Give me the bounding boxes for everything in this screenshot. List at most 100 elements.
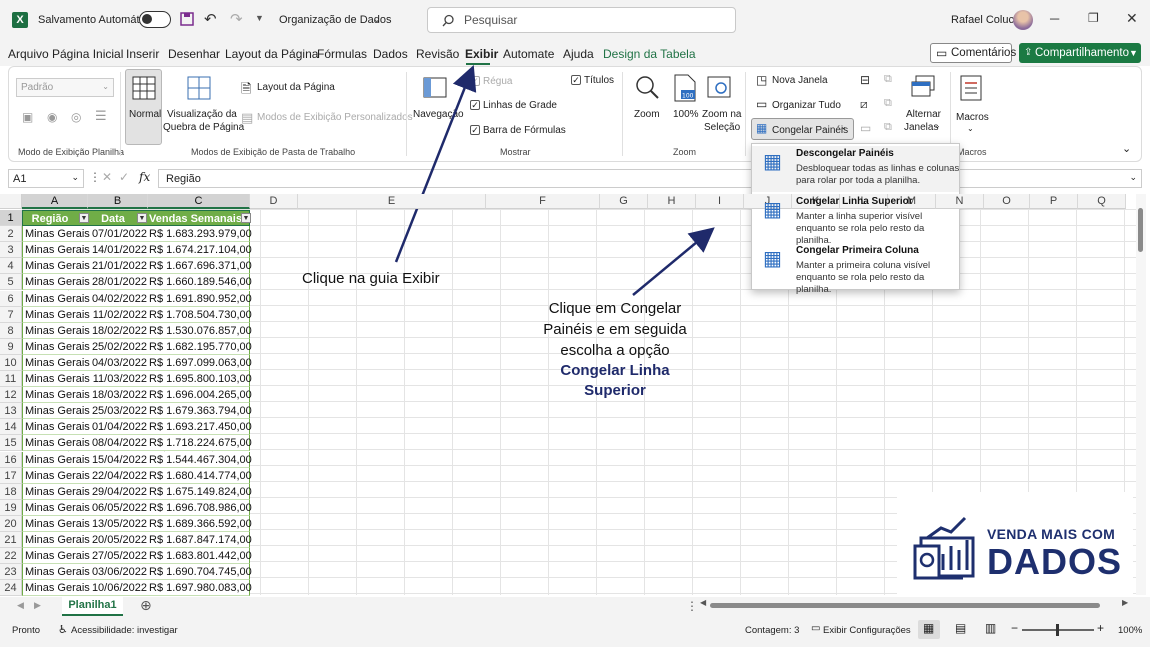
- row-header[interactable]: 22: [0, 548, 22, 565]
- table-cell[interactable]: Minas Gerais: [23, 242, 90, 258]
- table-cell[interactable]: Minas Gerais: [23, 452, 90, 468]
- table-cell[interactable]: R$ 1.718.224.675,00: [149, 435, 252, 451]
- table-cell[interactable]: R$ 1.674.217.104,00: [149, 242, 252, 258]
- zoom-out-icon[interactable]: −: [1011, 621, 1018, 635]
- table-cell[interactable]: 08/04/2022: [89, 435, 149, 451]
- table-cell[interactable]: Minas Gerais: [23, 339, 90, 355]
- column-header-d[interactable]: D: [250, 194, 298, 209]
- column-header-b[interactable]: B: [88, 194, 148, 209]
- tab-exibir[interactable]: Exibir: [465, 47, 498, 61]
- table-cell[interactable]: R$ 1.695.800.103,00: [149, 371, 252, 387]
- table-cell[interactable]: Minas Gerais: [23, 419, 90, 435]
- table-cell[interactable]: Minas Gerais: [23, 323, 90, 339]
- scroll-left-icon[interactable]: ◀: [700, 598, 706, 607]
- table-cell[interactable]: Minas Gerais: [23, 532, 90, 548]
- row-header[interactable]: 12: [0, 387, 22, 404]
- table-cell[interactable]: R$ 1.667.696.371,00: [149, 258, 252, 274]
- table-cell[interactable]: R$ 1.697.099.063,00: [149, 355, 252, 371]
- table-cell[interactable]: R$ 1.689.366.592,00: [149, 516, 252, 532]
- table-cell[interactable]: 06/05/2022: [89, 500, 149, 516]
- table-cell[interactable]: R$ 1.697.980.083,00: [149, 580, 252, 596]
- table-cell[interactable]: 29/04/2022: [89, 484, 149, 500]
- column-header-i[interactable]: I: [696, 194, 744, 209]
- table-cell[interactable]: Minas Gerais: [23, 274, 90, 290]
- table-header-cell[interactable]: Vendas Semanais: [149, 211, 251, 227]
- tab-design-da-tabela[interactable]: Design da Tabela: [603, 47, 696, 61]
- tab-arquivo[interactable]: Arquivo: [8, 47, 49, 61]
- row-header[interactable]: 23: [0, 564, 22, 581]
- row-header[interactable]: 24: [0, 580, 22, 597]
- column-header-e[interactable]: E: [298, 194, 486, 209]
- table-cell[interactable]: R$ 1.530.076.857,00: [149, 323, 252, 339]
- scroll-right-icon[interactable]: ▶: [1122, 598, 1128, 607]
- page-layout-view-icon[interactable]: ▤: [955, 621, 966, 635]
- table-cell[interactable]: 07/01/2022: [89, 226, 149, 242]
- table-cell[interactable]: Minas Gerais: [23, 548, 90, 564]
- menu-item-freeze-top-row[interactable]: Congelar Linha Superior: [796, 196, 913, 207]
- table-cell[interactable]: 21/01/2022: [89, 258, 149, 274]
- row-header[interactable]: 9: [0, 338, 22, 355]
- menu-item-unfreeze[interactable]: Descongelar Painéis: [796, 148, 894, 159]
- row-header[interactable]: 2: [0, 226, 22, 243]
- table-cell[interactable]: Minas Gerais: [23, 258, 90, 274]
- horizontal-scrollbar[interactable]: ◀ ▶: [700, 598, 1130, 610]
- tab-layout-da-pagina[interactable]: Layout da Página: [225, 47, 318, 61]
- table-cell[interactable]: 22/04/2022: [89, 468, 149, 484]
- table-cell[interactable]: 25/02/2022: [89, 339, 149, 355]
- table-cell[interactable]: R$ 1.683.293.979,00: [149, 226, 252, 242]
- row-header[interactable]: 15: [0, 435, 22, 452]
- tab-desenhar[interactable]: Desenhar: [168, 47, 220, 61]
- scroll-thumb[interactable]: [710, 603, 1100, 608]
- tab-dados[interactable]: Dados: [373, 47, 408, 61]
- table-cell[interactable]: R$ 1.660.189.546,00: [149, 274, 252, 290]
- table-cell[interactable]: 18/02/2022: [89, 323, 149, 339]
- row-header[interactable]: 18: [0, 483, 22, 500]
- table-cell[interactable]: R$ 1.687.847.174,00: [149, 532, 252, 548]
- table-cell[interactable]: 25/03/2022: [89, 403, 149, 419]
- table-cell[interactable]: Minas Gerais: [23, 500, 90, 516]
- table-cell[interactable]: Minas Gerais: [23, 291, 90, 307]
- row-header[interactable]: 6: [0, 290, 22, 307]
- table-cell[interactable]: 15/04/2022: [89, 452, 149, 468]
- row-header[interactable]: 16: [0, 451, 22, 468]
- table-cell[interactable]: 01/04/2022: [89, 419, 149, 435]
- table-cell[interactable]: Minas Gerais: [23, 371, 90, 387]
- table-cell[interactable]: R$ 1.544.467.304,00: [149, 452, 252, 468]
- row-header[interactable]: 5: [0, 274, 22, 291]
- table-cell[interactable]: R$ 1.679.363.794,00: [149, 403, 252, 419]
- filter-dropdown-icon[interactable]: ▼: [137, 213, 147, 223]
- zoom-in-icon[interactable]: +: [1097, 621, 1104, 635]
- page-break-view-icon[interactable]: ▥: [985, 621, 996, 635]
- table-cell[interactable]: R$ 1.690.704.745,00: [149, 564, 252, 580]
- table-cell[interactable]: 03/06/2022: [89, 564, 149, 580]
- more-icon[interactable]: ⋮: [686, 599, 698, 613]
- column-header-h[interactable]: H: [648, 194, 696, 209]
- column-header-a[interactable]: A: [22, 194, 88, 209]
- table-cell[interactable]: 13/05/2022: [89, 516, 149, 532]
- row-header[interactable]: 7: [0, 306, 22, 323]
- table-cell[interactable]: Minas Gerais: [23, 516, 90, 532]
- table-cell[interactable]: R$ 1.691.890.952,00: [149, 291, 252, 307]
- row-header[interactable]: 4: [0, 258, 22, 275]
- row-header[interactable]: 3: [0, 242, 22, 259]
- table-cell[interactable]: R$ 1.675.149.824,00: [149, 484, 252, 500]
- table-cell[interactable]: R$ 1.696.004.265,00: [149, 387, 252, 403]
- row-header[interactable]: 20: [0, 515, 22, 532]
- row-header[interactable]: 17: [0, 467, 22, 484]
- table-cell[interactable]: R$ 1.680.414.774,00: [149, 468, 252, 484]
- next-sheet-icon[interactable]: ▶: [34, 600, 41, 611]
- menu-item-freeze-first-column[interactable]: Congelar Primeira Coluna: [796, 245, 919, 256]
- zoom-slider-thumb[interactable]: [1056, 624, 1059, 636]
- zoom-level[interactable]: 100%: [1118, 625, 1142, 636]
- row-header[interactable]: 8: [0, 322, 22, 339]
- column-header-g[interactable]: G: [600, 194, 648, 209]
- tab-formulas[interactable]: Fórmulas: [317, 47, 367, 61]
- table-cell[interactable]: 27/05/2022: [89, 548, 149, 564]
- table-cell[interactable]: Minas Gerais: [23, 564, 90, 580]
- table-cell[interactable]: 11/03/2022: [89, 371, 149, 387]
- status-accessibility[interactable]: Acessibilidade: investigar: [71, 625, 178, 636]
- table-cell[interactable]: Minas Gerais: [23, 226, 90, 242]
- tab-automate[interactable]: Automate: [503, 47, 554, 61]
- prev-sheet-icon[interactable]: ◀: [17, 600, 24, 611]
- table-cell[interactable]: R$ 1.708.504.730,00: [149, 307, 252, 323]
